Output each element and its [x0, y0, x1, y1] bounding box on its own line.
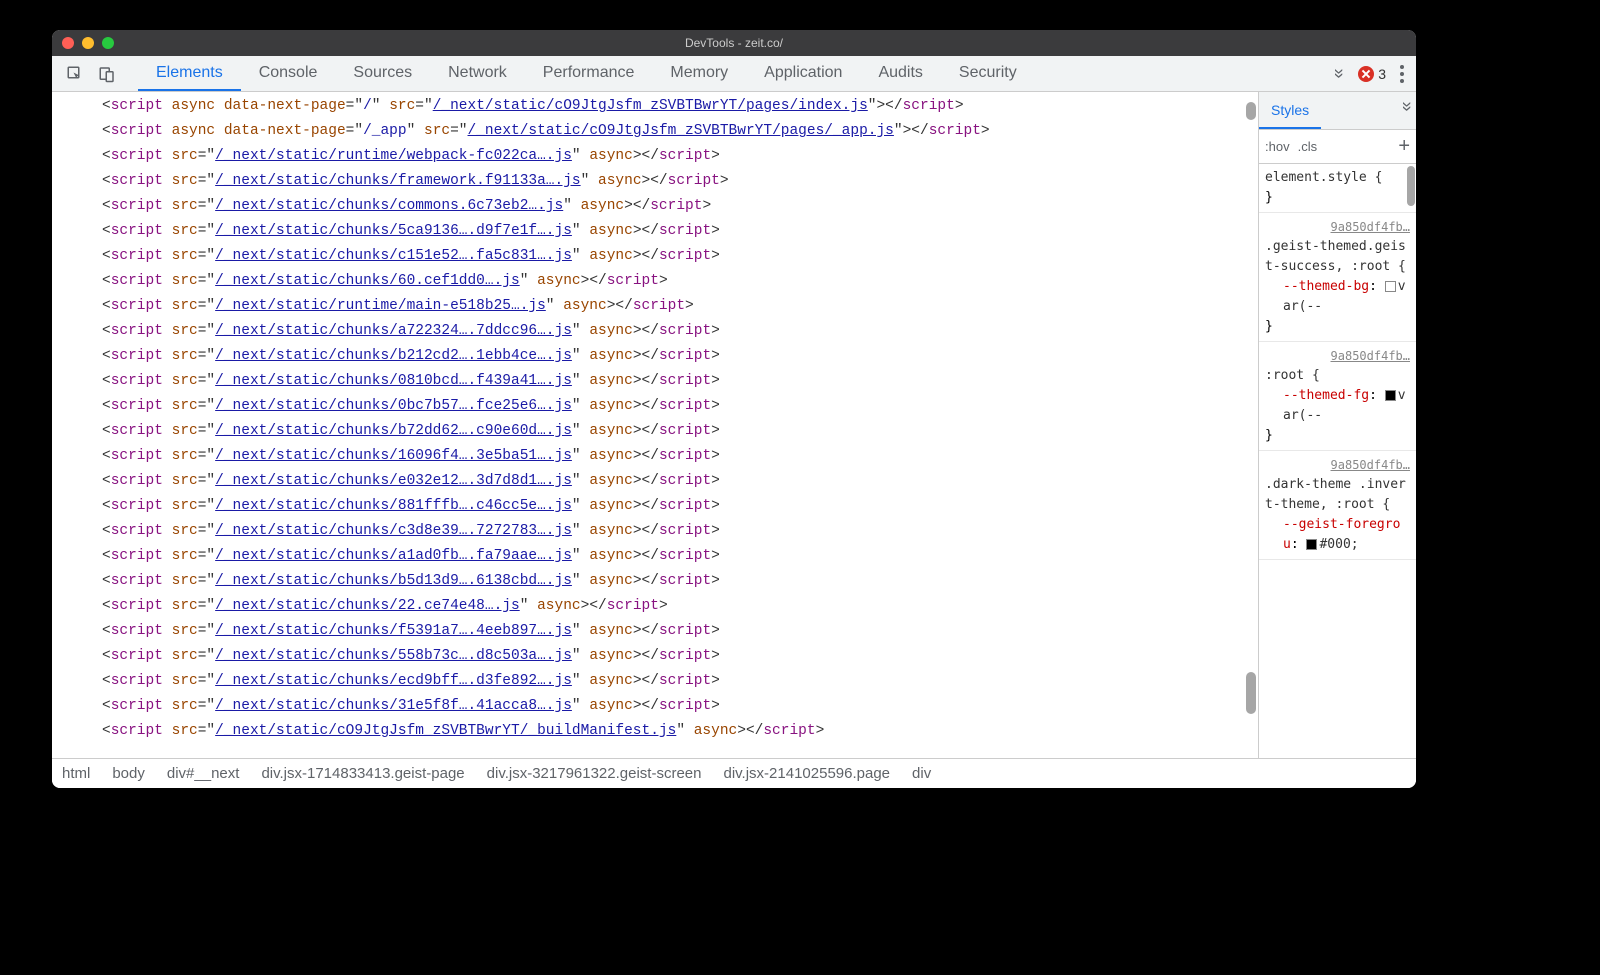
breadcrumb-item[interactable]: body [112, 765, 145, 782]
elements-panel[interactable]: <script async data-next-page="/" src="/_… [52, 92, 1258, 758]
dom-node[interactable]: <script src="/_next/static/chunks/c151e5… [52, 244, 1258, 269]
dom-node[interactable]: <script src="/_next/static/chunks/16096f… [52, 444, 1258, 469]
dom-node[interactable]: <script src="/_next/static/chunks/b5d13d… [52, 569, 1258, 594]
dom-node[interactable]: <script src="/_next/static/chunks/22.ce7… [52, 594, 1258, 619]
scrollbar-thumb[interactable] [1407, 166, 1415, 206]
device-toggle-icon[interactable] [98, 65, 116, 83]
toolbar: ElementsConsoleSourcesNetworkPerformance… [52, 56, 1416, 92]
settings-menu-icon[interactable] [1400, 65, 1404, 83]
tab-network[interactable]: Network [430, 56, 525, 91]
inspect-icon[interactable] [66, 65, 84, 83]
dom-node[interactable]: <script src="/_next/static/cO9JtgJsfm_zS… [52, 719, 1258, 744]
styles-tabs: Styles » [1259, 92, 1416, 130]
dom-node[interactable]: <script src="/_next/static/chunks/f5391a… [52, 619, 1258, 644]
breadcrumb-item[interactable]: div.jsx-3217961322.geist-screen [487, 765, 702, 782]
styles-tab[interactable]: Styles [1259, 92, 1321, 129]
titlebar: DevTools - zeit.co/ [52, 30, 1416, 56]
css-rule[interactable]: 9a850df4fb….geist-themed.geist-success, … [1259, 213, 1416, 342]
cls-toggle[interactable]: .cls [1298, 139, 1318, 154]
breadcrumb-item[interactable]: div.jsx-2141025596.page [724, 765, 891, 782]
dom-node[interactable]: <script async data-next-page="/" src="/_… [52, 94, 1258, 119]
scrollbar-thumb[interactable] [1246, 672, 1256, 714]
hov-toggle[interactable]: :hov [1265, 139, 1290, 154]
panel-tabs: ElementsConsoleSourcesNetworkPerformance… [138, 56, 1035, 91]
breadcrumb-item[interactable]: div.jsx-1714833413.geist-page [261, 765, 464, 782]
dom-node[interactable]: <script src="/_next/static/runtime/main-… [52, 294, 1258, 319]
breadcrumb-item[interactable]: div#__next [167, 765, 240, 782]
tab-security[interactable]: Security [941, 56, 1035, 91]
css-rule[interactable]: 9a850df4fb…:root {--themed-fg: var(--} [1259, 342, 1416, 451]
dom-node[interactable]: <script src="/_next/static/chunks/a72232… [52, 319, 1258, 344]
console-errors[interactable]: 3 [1358, 66, 1386, 82]
styles-panel: Styles » :hov .cls + element.style {}9a8… [1258, 92, 1416, 758]
dom-node[interactable]: <script src="/_next/static/chunks/c3d8e3… [52, 519, 1258, 544]
dom-node[interactable]: <script src="/_next/static/chunks/0bc7b5… [52, 394, 1258, 419]
dom-node[interactable]: <script src="/_next/static/chunks/0810bc… [52, 369, 1258, 394]
tab-audits[interactable]: Audits [860, 56, 940, 91]
tab-elements[interactable]: Elements [138, 56, 241, 91]
dom-node[interactable]: <script src="/_next/static/runtime/webpa… [52, 144, 1258, 169]
scrollbar-thumb[interactable] [1246, 102, 1256, 120]
dom-node[interactable]: <script src="/_next/static/chunks/b72dd6… [52, 419, 1258, 444]
error-count: 3 [1378, 66, 1386, 82]
overflow-panels-icon[interactable]: » [1329, 68, 1350, 78]
dom-node[interactable]: <script src="/_next/static/chunks/558b73… [52, 644, 1258, 669]
breadcrumb-item[interactable]: div [912, 765, 931, 782]
dom-node[interactable]: <script src="/_next/static/chunks/ecd9bf… [52, 669, 1258, 694]
dom-node[interactable]: <script src="/_next/static/chunks/b212cd… [52, 344, 1258, 369]
overflow-styles-icon[interactable]: » [1396, 101, 1416, 119]
dom-node[interactable]: <script src="/_next/static/chunks/5ca913… [52, 219, 1258, 244]
dom-node[interactable]: <script src="/_next/static/chunks/common… [52, 194, 1258, 219]
tab-console[interactable]: Console [241, 56, 336, 91]
css-rule[interactable]: element.style {} [1259, 164, 1416, 213]
tab-sources[interactable]: Sources [335, 56, 430, 91]
tab-performance[interactable]: Performance [525, 56, 653, 91]
main-area: <script async data-next-page="/" src="/_… [52, 92, 1416, 758]
styles-filter-bar: :hov .cls + [1259, 130, 1416, 164]
breadcrumb-item[interactable]: html [62, 765, 90, 782]
dom-node[interactable]: <script src="/_next/static/chunks/60.cef… [52, 269, 1258, 294]
error-icon [1358, 66, 1374, 82]
css-rule[interactable]: 9a850df4fb….dark-theme .invert-theme, :r… [1259, 451, 1416, 560]
dom-node[interactable]: <script src="/_next/static/chunks/framew… [52, 169, 1258, 194]
dom-node[interactable]: <script async data-next-page="/_app" src… [52, 119, 1258, 144]
tab-memory[interactable]: Memory [652, 56, 746, 91]
tab-application[interactable]: Application [746, 56, 860, 91]
window-title: DevTools - zeit.co/ [52, 36, 1416, 50]
dom-node[interactable]: <script src="/_next/static/chunks/31e5f8… [52, 694, 1258, 719]
dom-node[interactable]: <script src="/_next/static/chunks/a1ad0f… [52, 544, 1258, 569]
devtools-window: DevTools - zeit.co/ ElementsConsoleSourc… [52, 30, 1416, 788]
dom-node[interactable]: <script src="/_next/static/chunks/881fff… [52, 494, 1258, 519]
styles-rules[interactable]: element.style {}9a850df4fb….geist-themed… [1259, 164, 1416, 758]
breadcrumbs: html body div#__next div.jsx-1714833413.gei… [52, 758, 1416, 788]
dom-node[interactable]: <script src="/_next/static/chunks/e032e1… [52, 469, 1258, 494]
new-style-rule-icon[interactable]: + [1398, 135, 1410, 158]
